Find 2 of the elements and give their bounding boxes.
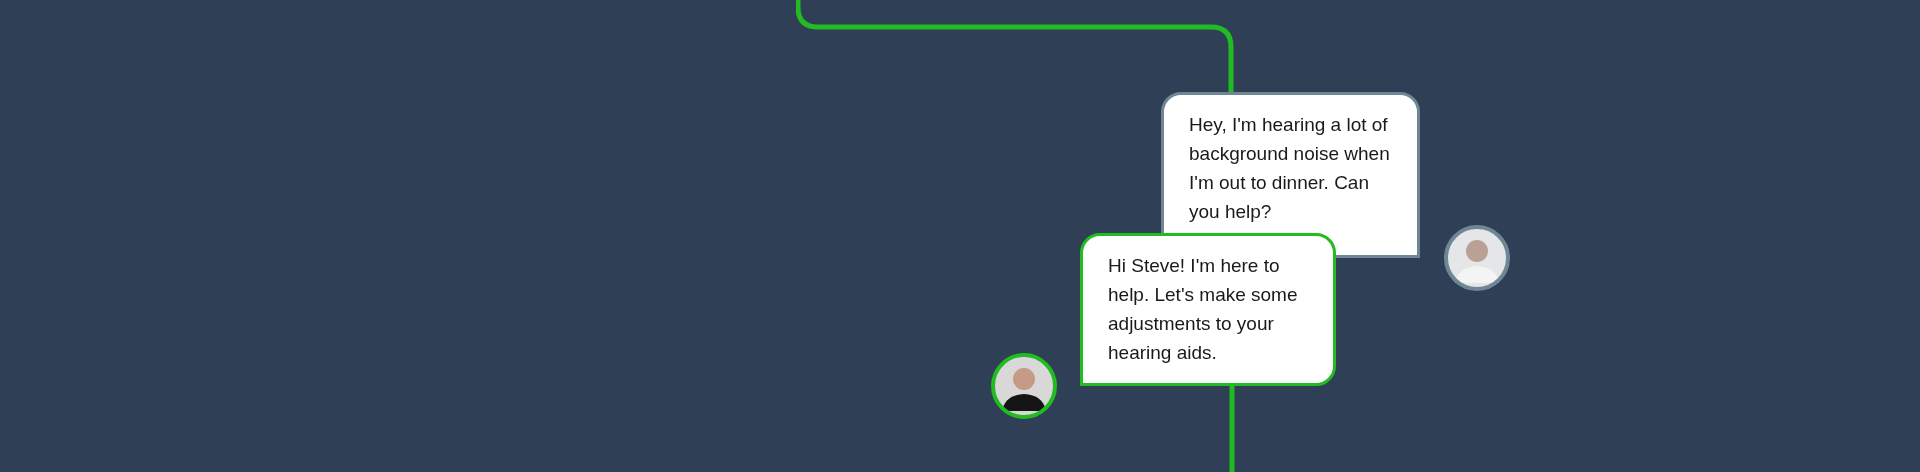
- message-text: Hi Steve! I'm here to help. Let's make some adjustments to your hearing aids.: [1108, 254, 1299, 365]
- message-text: Hey, I'm hearing a lot of background noise when I'm out to dinner. Can you help?: [1189, 113, 1391, 224]
